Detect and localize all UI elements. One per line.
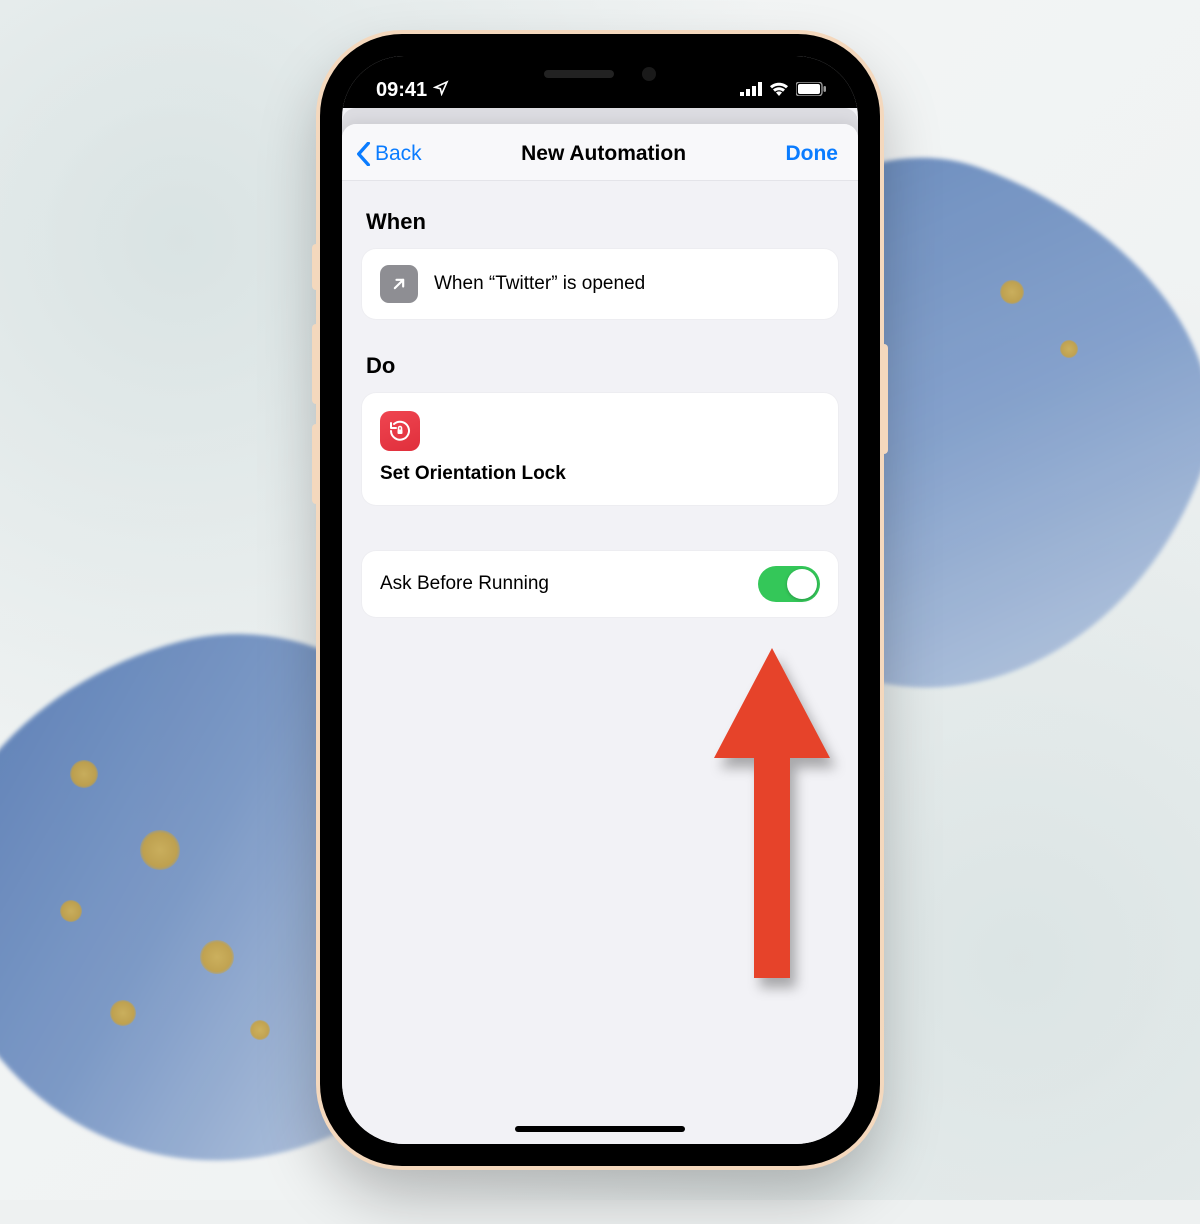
gold-fleck [1000,280,1024,304]
do-action-card[interactable]: Set Orientation Lock [362,393,838,505]
phone-side-button [312,244,320,290]
status-time: 09:41 [376,79,427,102]
phone-screen: 09:41 [342,56,858,1144]
ask-before-running-row: Ask Before Running [362,551,838,617]
phone-camera [642,67,656,81]
gold-fleck [200,940,234,974]
phone-notch [475,56,725,92]
ask-before-running-label: Ask Before Running [380,573,549,595]
page-title: New Automation [521,142,686,166]
gold-fleck [70,760,98,788]
gold-fleck [1060,340,1078,358]
gold-fleck [140,830,180,870]
home-indicator[interactable] [515,1126,685,1132]
cellular-signal-icon [740,79,762,102]
gold-fleck [110,1000,136,1026]
chevron-left-icon [356,142,371,166]
section-title-do: Do [366,353,834,379]
gold-fleck [250,1020,270,1040]
gold-fleck [60,900,82,922]
phone-frame: 09:41 [320,34,880,1166]
section-title-when: When [366,209,834,235]
phone-side-button [880,344,888,454]
phone-speaker [544,70,614,78]
back-button[interactable]: Back [356,142,422,166]
do-action-label: Set Orientation Lock [380,463,820,485]
sheet-content: When When “Twitter” is opened Do [342,181,858,617]
orientation-lock-icon [380,411,420,451]
location-arrow-icon [433,79,449,102]
battery-icon [796,79,826,102]
when-trigger-card[interactable]: When “Twitter” is opened [362,249,838,319]
nav-bar: Back New Automation Done [342,124,858,181]
back-label: Back [375,142,422,166]
when-trigger-text: When “Twitter” is opened [434,273,645,295]
done-button[interactable]: Done [785,142,838,166]
ask-before-running-toggle[interactable] [758,566,820,602]
modal-sheet: Back New Automation Done When When “Twit… [342,124,858,1144]
phone-side-button [312,424,320,504]
wifi-icon [769,79,789,102]
open-app-icon [380,265,418,303]
phone-side-button [312,324,320,404]
